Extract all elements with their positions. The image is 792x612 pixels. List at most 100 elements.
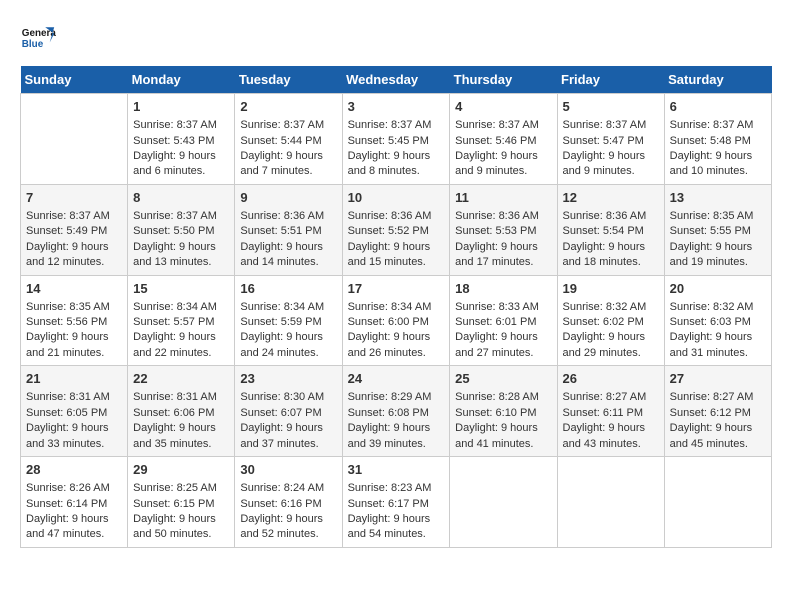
daylight: Daylight: 9 hours and 14 minutes. [240,241,323,268]
sunrise: Sunrise: 8:35 AM [26,301,110,313]
daylight: Daylight: 9 hours and 22 minutes. [133,331,216,358]
sunrise: Sunrise: 8:34 AM [240,301,324,313]
sunrise: Sunrise: 8:28 AM [455,391,539,403]
calendar-cell: 20 Sunrise: 8:32 AM Sunset: 6:03 PM Dayl… [664,275,771,366]
calendar-cell: 31 Sunrise: 8:23 AM Sunset: 6:17 PM Dayl… [342,457,450,548]
day-number: 9 [240,189,336,207]
daylight: Daylight: 9 hours and 13 minutes. [133,241,216,268]
daylight: Daylight: 9 hours and 7 minutes. [240,150,323,177]
daylight: Daylight: 9 hours and 37 minutes. [240,422,323,449]
sunset: Sunset: 5:47 PM [563,135,644,147]
daylight: Daylight: 9 hours and 9 minutes. [563,150,646,177]
daylight: Daylight: 9 hours and 8 minutes. [348,150,431,177]
sunrise: Sunrise: 8:23 AM [348,482,432,494]
calendar-cell: 26 Sunrise: 8:27 AM Sunset: 6:11 PM Dayl… [557,366,664,457]
day-number: 20 [670,280,766,298]
sunrise: Sunrise: 8:36 AM [563,210,647,222]
sunrise: Sunrise: 8:37 AM [133,119,217,131]
sunset: Sunset: 6:17 PM [348,498,429,510]
calendar-table: SundayMondayTuesdayWednesdayThursdayFrid… [20,66,772,548]
day-number: 22 [133,370,229,388]
calendar-cell: 29 Sunrise: 8:25 AM Sunset: 6:15 PM Dayl… [128,457,235,548]
sunset: Sunset: 5:54 PM [563,225,644,237]
calendar-cell: 12 Sunrise: 8:36 AM Sunset: 5:54 PM Dayl… [557,184,664,275]
day-number: 2 [240,98,336,116]
calendar-cell: 7 Sunrise: 8:37 AM Sunset: 5:49 PM Dayli… [21,184,128,275]
day-number: 27 [670,370,766,388]
sunset: Sunset: 5:57 PM [133,316,214,328]
calendar-cell: 10 Sunrise: 8:36 AM Sunset: 5:52 PM Dayl… [342,184,450,275]
day-number: 19 [563,280,659,298]
sunset: Sunset: 6:02 PM [563,316,644,328]
day-number: 7 [26,189,122,207]
daylight: Daylight: 9 hours and 6 minutes. [133,150,216,177]
sunset: Sunset: 5:44 PM [240,135,321,147]
sunrise: Sunrise: 8:37 AM [455,119,539,131]
daylight: Daylight: 9 hours and 50 minutes. [133,513,216,540]
day-number: 4 [455,98,551,116]
sunset: Sunset: 5:43 PM [133,135,214,147]
day-number: 17 [348,280,445,298]
sunrise: Sunrise: 8:35 AM [670,210,754,222]
sunset: Sunset: 5:50 PM [133,225,214,237]
col-header-friday: Friday [557,66,664,94]
col-header-sunday: Sunday [21,66,128,94]
sunrise: Sunrise: 8:36 AM [240,210,324,222]
daylight: Daylight: 9 hours and 17 minutes. [455,241,538,268]
day-number: 31 [348,461,445,479]
day-number: 5 [563,98,659,116]
sunset: Sunset: 5:56 PM [26,316,107,328]
day-number: 18 [455,280,551,298]
calendar-cell: 4 Sunrise: 8:37 AM Sunset: 5:46 PM Dayli… [450,94,557,185]
calendar-cell [664,457,771,548]
calendar-cell: 23 Sunrise: 8:30 AM Sunset: 6:07 PM Dayl… [235,366,342,457]
calendar-cell: 21 Sunrise: 8:31 AM Sunset: 6:05 PM Dayl… [21,366,128,457]
week-row-1: 1 Sunrise: 8:37 AM Sunset: 5:43 PM Dayli… [21,94,772,185]
calendar-cell: 18 Sunrise: 8:33 AM Sunset: 6:01 PM Dayl… [450,275,557,366]
sunrise: Sunrise: 8:34 AM [133,301,217,313]
sunrise: Sunrise: 8:31 AM [133,391,217,403]
calendar-cell [21,94,128,185]
col-header-thursday: Thursday [450,66,557,94]
page-header: General Blue [20,20,772,56]
day-number: 8 [133,189,229,207]
day-number: 26 [563,370,659,388]
daylight: Daylight: 9 hours and 41 minutes. [455,422,538,449]
sunset: Sunset: 6:00 PM [348,316,429,328]
week-row-4: 21 Sunrise: 8:31 AM Sunset: 6:05 PM Dayl… [21,366,772,457]
calendar-cell: 13 Sunrise: 8:35 AM Sunset: 5:55 PM Dayl… [664,184,771,275]
sunrise: Sunrise: 8:33 AM [455,301,539,313]
daylight: Daylight: 9 hours and 10 minutes. [670,150,753,177]
daylight: Daylight: 9 hours and 21 minutes. [26,331,109,358]
sunset: Sunset: 5:49 PM [26,225,107,237]
sunset: Sunset: 6:10 PM [455,407,536,419]
calendar-cell: 17 Sunrise: 8:34 AM Sunset: 6:00 PM Dayl… [342,275,450,366]
day-number: 15 [133,280,229,298]
week-row-3: 14 Sunrise: 8:35 AM Sunset: 5:56 PM Dayl… [21,275,772,366]
day-number: 1 [133,98,229,116]
calendar-cell: 5 Sunrise: 8:37 AM Sunset: 5:47 PM Dayli… [557,94,664,185]
day-number: 16 [240,280,336,298]
day-number: 28 [26,461,122,479]
sunrise: Sunrise: 8:31 AM [26,391,110,403]
daylight: Daylight: 9 hours and 15 minutes. [348,241,431,268]
calendar-cell: 2 Sunrise: 8:37 AM Sunset: 5:44 PM Dayli… [235,94,342,185]
daylight: Daylight: 9 hours and 27 minutes. [455,331,538,358]
logo-icon: General Blue [20,20,56,56]
calendar-cell: 3 Sunrise: 8:37 AM Sunset: 5:45 PM Dayli… [342,94,450,185]
calendar-cell: 15 Sunrise: 8:34 AM Sunset: 5:57 PM Dayl… [128,275,235,366]
sunset: Sunset: 6:05 PM [26,407,107,419]
calendar-cell: 30 Sunrise: 8:24 AM Sunset: 6:16 PM Dayl… [235,457,342,548]
day-number: 12 [563,189,659,207]
daylight: Daylight: 9 hours and 19 minutes. [670,241,753,268]
sunrise: Sunrise: 8:37 AM [240,119,324,131]
column-headers: SundayMondayTuesdayWednesdayThursdayFrid… [21,66,772,94]
day-number: 10 [348,189,445,207]
sunrise: Sunrise: 8:37 AM [26,210,110,222]
calendar-cell: 8 Sunrise: 8:37 AM Sunset: 5:50 PM Dayli… [128,184,235,275]
daylight: Daylight: 9 hours and 18 minutes. [563,241,646,268]
sunrise: Sunrise: 8:37 AM [670,119,754,131]
calendar-cell: 27 Sunrise: 8:27 AM Sunset: 6:12 PM Dayl… [664,366,771,457]
calendar-cell: 16 Sunrise: 8:34 AM Sunset: 5:59 PM Dayl… [235,275,342,366]
sunset: Sunset: 6:08 PM [348,407,429,419]
